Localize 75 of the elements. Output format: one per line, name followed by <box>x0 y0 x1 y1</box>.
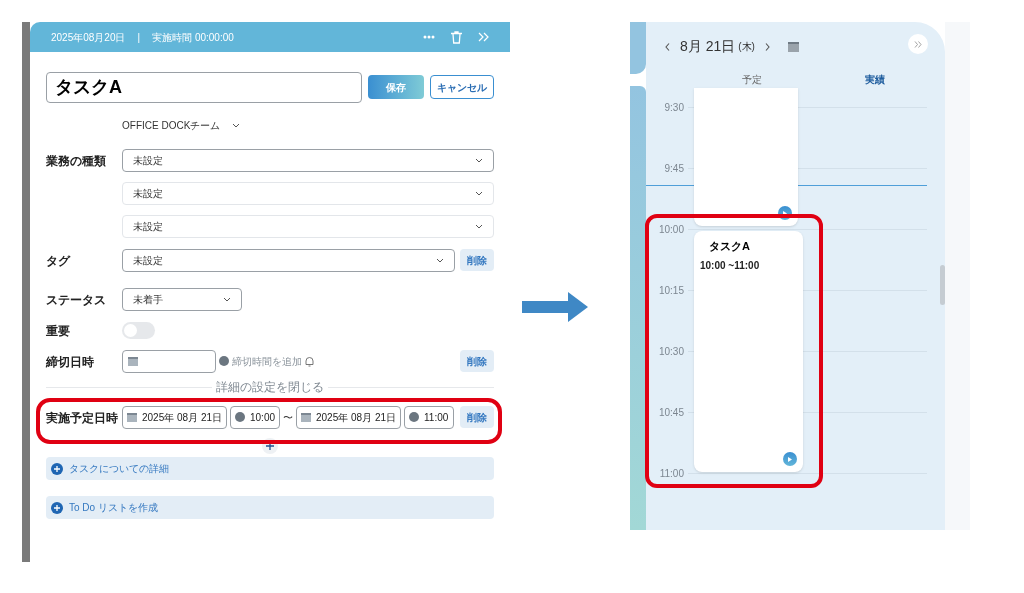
time-field[interactable]: 11:00 <box>404 405 454 429</box>
header-separator: | <box>137 30 141 45</box>
details-toggle-link[interactable]: 詳細の設定を閉じる <box>212 378 328 396</box>
team-dropdown[interactable]: OFFICE DOCKチーム <box>122 118 241 132</box>
plus-circle-icon <box>51 462 63 475</box>
field-label: 業務の種類 <box>46 154 106 168</box>
section-toggle[interactable]: タスクについての詳細 <box>46 457 494 480</box>
date-field[interactable]: 2025年 08月 21日 <box>296 405 401 429</box>
column-tab[interactable]: 予定 <box>742 72 762 87</box>
select-field[interactable]: 未設定 <box>122 148 494 172</box>
field-label: 締切日時 <box>46 355 94 369</box>
play-icon <box>783 210 787 216</box>
chevron-left-icon[interactable] <box>665 42 670 51</box>
event-card[interactable] <box>694 88 798 226</box>
chevron-down-icon <box>475 224 483 229</box>
calendar-icon <box>301 412 311 422</box>
time-label: 11:00 <box>659 467 684 481</box>
chevron-down-icon <box>223 296 231 302</box>
field-label: タグ <box>46 254 70 268</box>
calendar-date: 8月 21日 <box>680 37 736 56</box>
event-card[interactable]: タスクA 10:00 ~11:00 <box>694 231 803 472</box>
field-label: 実施予定日時 <box>46 411 118 425</box>
trash-icon[interactable] <box>451 30 462 44</box>
play-icon <box>788 456 792 462</box>
arrow-icon <box>522 292 588 322</box>
double-chevron-icon[interactable] <box>478 32 489 42</box>
calendar-icon[interactable] <box>787 41 799 52</box>
calendar-icon <box>127 412 137 422</box>
clock-icon <box>409 412 419 422</box>
more-icon[interactable] <box>423 35 435 39</box>
collapse-button[interactable] <box>908 34 928 54</box>
time-label: 10:45 <box>658 406 684 420</box>
chevron-down-icon <box>475 191 483 196</box>
chevron-down-icon <box>232 122 241 128</box>
calendar-weekday: (木) <box>738 40 755 54</box>
select-field[interactable]: 未設定 <box>122 182 494 205</box>
time-field[interactable]: 10:00 <box>230 405 280 429</box>
date-field[interactable]: 2025年 08月 21日 <box>122 405 227 429</box>
elapsed-time: 実施時間 00:00:00 <box>152 30 234 45</box>
time-label: 10:00 <box>658 223 684 237</box>
field-label: 重要 <box>46 324 70 338</box>
header-date: 2025年08月20日 <box>51 30 126 45</box>
event-time: 10:00 ~11:00 <box>700 259 760 273</box>
chevron-down-icon <box>436 257 444 263</box>
clock-icon <box>235 412 245 422</box>
cancel-button[interactable]: キャンセル <box>430 75 494 99</box>
time-label: 9:30 <box>664 101 684 115</box>
time-label: 9:45 <box>664 162 684 176</box>
play-button[interactable] <box>783 452 797 466</box>
scrollbar-thumb[interactable] <box>940 265 945 305</box>
chevron-down-icon <box>475 157 483 163</box>
column-tab[interactable]: 実績 <box>865 72 885 87</box>
title-field[interactable]: タスクA <box>46 71 362 103</box>
delete-button[interactable]: 削除 <box>460 350 494 372</box>
sidebar-strip <box>630 22 646 74</box>
select-field[interactable]: 未設定 <box>122 215 494 238</box>
plus-icon <box>266 442 274 450</box>
clock-icon <box>219 356 229 366</box>
time-label: 10:15 <box>658 284 684 298</box>
select-field[interactable]: 未着手 <box>122 287 242 311</box>
bell-icon <box>305 355 314 367</box>
field-label: ステータス <box>46 293 106 307</box>
event-title: タスクA <box>709 239 750 254</box>
chevron-right-icon[interactable] <box>764 42 770 51</box>
select-field[interactable]: 未設定 <box>122 248 455 272</box>
delete-button[interactable]: 削除 <box>460 406 494 428</box>
date-field[interactable] <box>122 349 216 373</box>
double-chevron-icon <box>914 40 922 48</box>
section-toggle[interactable]: To Do リストを作成 <box>46 496 494 519</box>
toggle-switch[interactable] <box>122 321 155 339</box>
calendar-icon <box>128 356 138 366</box>
delete-button[interactable]: 削除 <box>460 249 494 271</box>
plus-circle-icon <box>51 501 63 514</box>
range-tilde: 〜 <box>283 410 293 425</box>
time-label: 10:30 <box>658 345 684 359</box>
